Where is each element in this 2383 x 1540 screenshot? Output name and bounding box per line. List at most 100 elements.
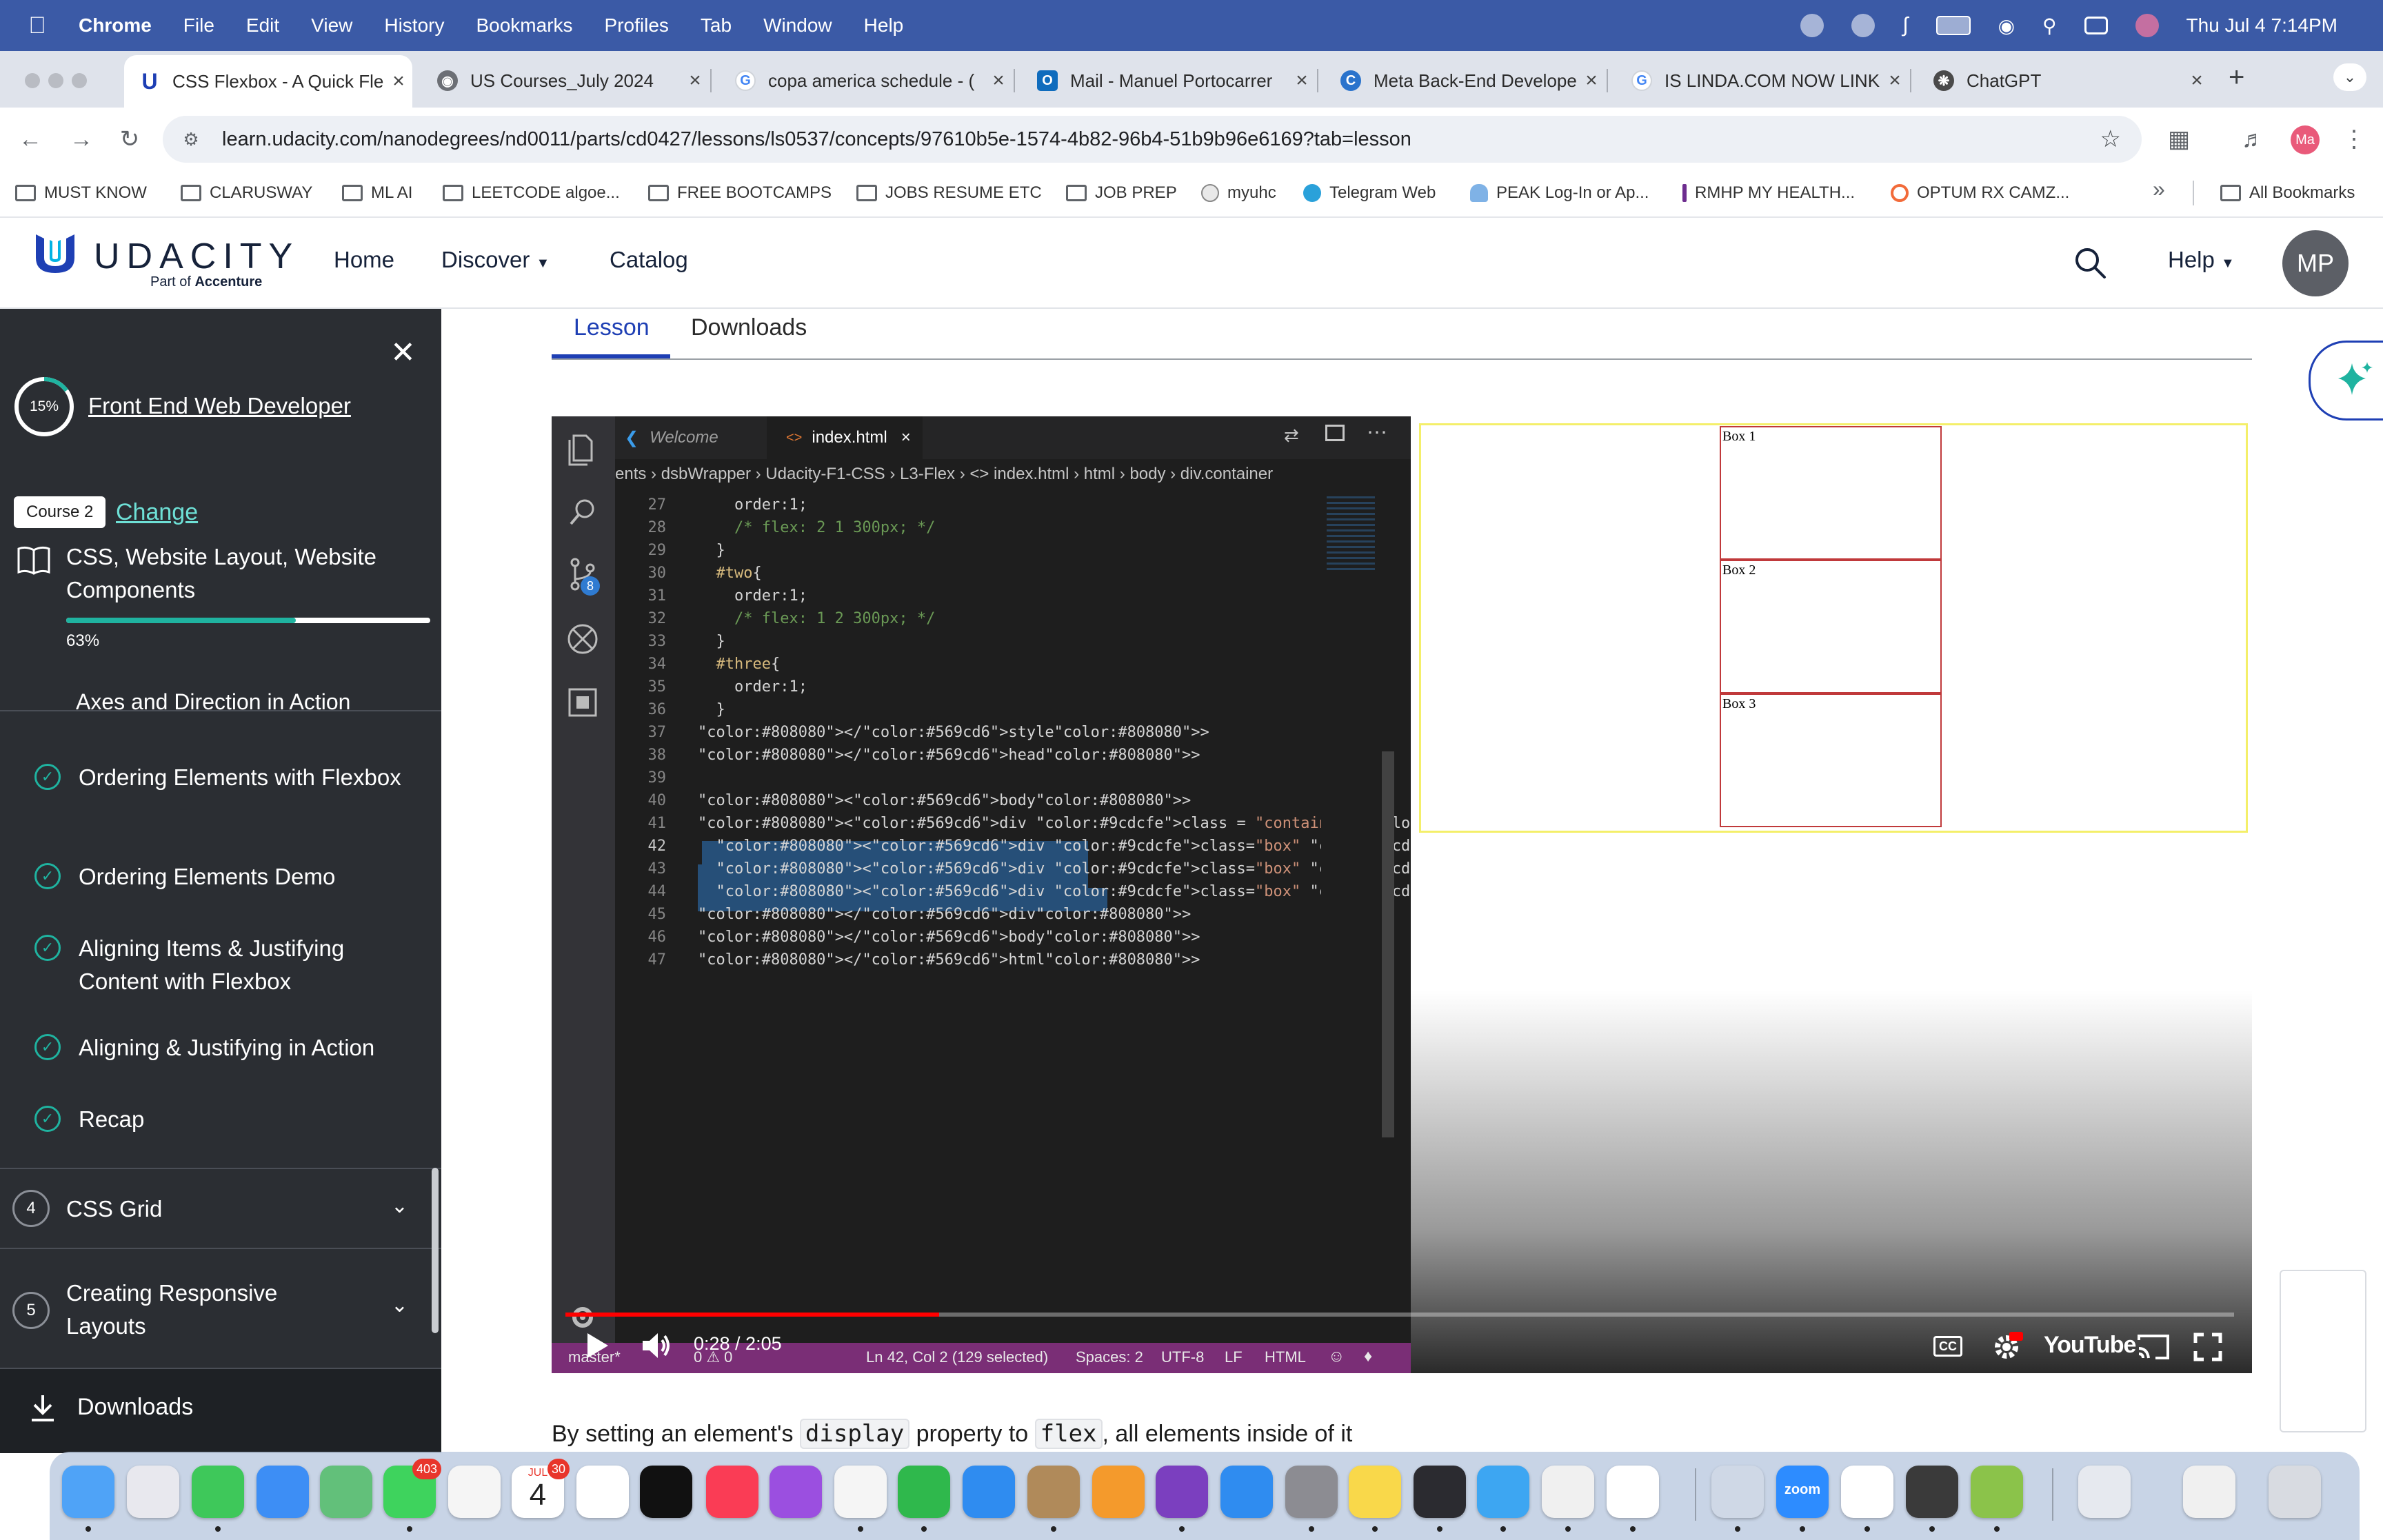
side-widget[interactable] <box>2280 1270 2366 1432</box>
captions-button[interactable]: CC <box>1933 1336 1962 1357</box>
bookmark-folder[interactable]: FREE BOOTCAMPS <box>648 179 832 207</box>
nav-home[interactable]: Home <box>334 247 394 273</box>
launchpad-icon[interactable] <box>127 1466 179 1518</box>
media-controls-icon[interactable]: ♬ <box>2237 123 2270 156</box>
menu-view[interactable]: View <box>311 14 352 37</box>
back-arrow-icon[interactable]: ← <box>14 123 47 156</box>
safari-icon[interactable] <box>1477 1466 1529 1518</box>
apple-icon[interactable]:  <box>23 12 51 39</box>
battery-icon[interactable] <box>1935 16 1971 35</box>
tab-close-icon[interactable]: × <box>1881 69 1909 92</box>
address-url[interactable]: learn.udacity.com/nanodegrees/nd0011/par… <box>222 128 1411 151</box>
profile-avatar[interactable]: Ma <box>2291 125 2320 154</box>
sublime-text-icon[interactable] <box>1906 1466 1958 1518</box>
documents-stack-icon[interactable] <box>2183 1466 2235 1518</box>
tab-lesson[interactable]: Lesson <box>574 314 650 341</box>
apple-tv-icon[interactable] <box>640 1466 692 1518</box>
tab-close-icon[interactable]: × <box>681 69 709 92</box>
keynote-icon[interactable] <box>963 1466 1015 1518</box>
address-bar[interactable]: ⚙ learn.udacity.com/nanodegrees/nd0011/p… <box>163 116 2142 163</box>
menu-help[interactable]: Help <box>864 14 904 37</box>
downloads-stack-icon[interactable] <box>2078 1466 2131 1518</box>
window-zoom-button[interactable] <box>72 73 87 88</box>
section-responsive-layouts[interactable]: 5 Creating Responsive Layouts ⌄ <box>0 1248 441 1369</box>
menu-window[interactable]: Window <box>763 14 832 37</box>
menu-profiles[interactable]: Profiles <box>605 14 669 37</box>
reload-icon[interactable]: ↻ <box>113 123 146 156</box>
tab-close-icon[interactable]: × <box>1578 69 1605 92</box>
settings-gear-icon[interactable] <box>1990 1330 2023 1364</box>
wifi-icon[interactable]: ◉ <box>1998 14 2015 37</box>
change-course-link[interactable]: Change <box>116 499 198 526</box>
fullscreen-icon[interactable] <box>2193 1332 2223 1362</box>
reminders-icon[interactable] <box>576 1466 629 1518</box>
browser-tab[interactable]: C Meta Back-End Developer × <box>1325 58 1605 103</box>
github-desktop-icon[interactable] <box>1156 1466 1208 1518</box>
ai-assistant-button[interactable] <box>2309 341 2383 421</box>
menu-history[interactable]: History <box>384 14 444 37</box>
browser-tab[interactable]: G IS LINDA.COM NOW LINK × <box>1616 58 1909 103</box>
news-icon[interactable] <box>834 1466 887 1518</box>
chevron-down-icon[interactable]: ⌄ <box>391 1293 408 1317</box>
forward-arrow-icon[interactable]: → <box>65 123 98 156</box>
menu-tab[interactable]: Tab <box>701 14 732 37</box>
section-css-grid[interactable]: 4 CSS Grid ⌄ <box>0 1168 441 1249</box>
menu-clock[interactable]: Thu Jul 4 7:14PM <box>2186 14 2337 37</box>
lesson-item[interactable]: ✓ Recap <box>34 1103 421 1136</box>
siri-icon[interactable] <box>2135 14 2159 37</box>
bookmark-link[interactable]: OPTUM RX CAMZ... <box>1891 179 2069 207</box>
window-close-button[interactable] <box>25 73 40 88</box>
lesson-item[interactable]: ✓ Aligning Items & Justifying Content wi… <box>34 932 421 998</box>
notes-icon[interactable] <box>1349 1466 1401 1518</box>
help-menu[interactable]: Help ▼ <box>2168 247 2235 273</box>
logo-wordmark[interactable]: UDACITY <box>94 236 299 277</box>
bookmark-link[interactable]: PEAK Log-In or Ap... <box>1470 179 1649 207</box>
bookmark-folder[interactable]: MUST KNOW <box>15 179 147 207</box>
user-switch-icon[interactable] <box>1851 14 1876 37</box>
browser-tab[interactable]: ◉ US Courses_July 2024 × <box>422 58 709 103</box>
extensions-icon[interactable]: ▦ <box>2162 123 2195 156</box>
window-minimize-button[interactable] <box>48 73 63 88</box>
play-icon[interactable] <box>583 1330 611 1361</box>
tab-close-icon[interactable]: × <box>385 70 412 93</box>
bookmark-folder[interactable]: JOB PREP <box>1066 179 1177 207</box>
bookmark-link[interactable]: RMHP MY HEALTH... <box>1682 179 1855 207</box>
nav-catalog[interactable]: Catalog <box>610 247 688 273</box>
bookmark-link[interactable]: Telegram Web <box>1303 179 1436 207</box>
bookmark-folder[interactable]: LEETCODE algoe... <box>443 179 620 207</box>
system-settings-icon[interactable] <box>1285 1466 1338 1518</box>
numbers-icon[interactable] <box>898 1466 950 1518</box>
tab-downloads[interactable]: Downloads <box>691 314 807 341</box>
menu-app-name[interactable]: Chrome <box>79 14 152 37</box>
spotlight-search-icon[interactable]: ⚲ <box>2042 14 2057 37</box>
browser-menu-icon[interactable]: ⋮ <box>2337 123 2371 156</box>
site-settings-icon[interactable]: ⚙ <box>178 126 204 152</box>
contacts-icon[interactable] <box>1027 1466 1080 1518</box>
search-icon[interactable] <box>2073 245 2107 280</box>
tab-close-icon[interactable]: × <box>1288 69 1316 92</box>
bookmark-folder[interactable]: JOBS RESUME ETC <box>856 179 1042 207</box>
program-title-link[interactable]: Front End Web Developer <box>88 393 351 419</box>
pages-icon[interactable] <box>1092 1466 1145 1518</box>
music-icon[interactable] <box>706 1466 758 1518</box>
volume-icon[interactable] <box>640 1330 673 1361</box>
bookmark-star-icon[interactable]: ☆ <box>2100 125 2121 153</box>
browser-tab[interactable]: G copa america schedule - ( × <box>720 58 1012 103</box>
chevron-down-icon[interactable]: ⌄ <box>391 1194 408 1218</box>
bookmarks-overflow-icon[interactable]: » <box>2153 176 2165 202</box>
chrome-icon[interactable] <box>1542 1466 1594 1518</box>
screen-record-icon[interactable] <box>1800 14 1824 37</box>
udacity-logo-icon[interactable] <box>30 230 80 277</box>
app-store-icon[interactable] <box>1220 1466 1273 1518</box>
menu-bookmarks[interactable]: Bookmarks <box>476 14 572 37</box>
lesson-item[interactable]: ✓ Ordering Elements with Flexbox <box>34 761 421 794</box>
sidebar-downloads[interactable] <box>0 1368 441 1453</box>
photos-icon[interactable] <box>448 1466 501 1518</box>
vscode-icon[interactable] <box>1607 1466 1659 1518</box>
all-bookmarks[interactable]: All Bookmarks <box>2220 179 2355 207</box>
browser-tab[interactable]: U CSS Flexbox - A Quick Fle × <box>124 55 412 108</box>
quicktime-icon[interactable] <box>1414 1466 1466 1518</box>
tab-close-icon[interactable]: × <box>2183 69 2211 92</box>
text-editor-icon[interactable] <box>1971 1466 2023 1518</box>
bookmark-folder[interactable]: CLARUSWAY <box>181 179 312 207</box>
